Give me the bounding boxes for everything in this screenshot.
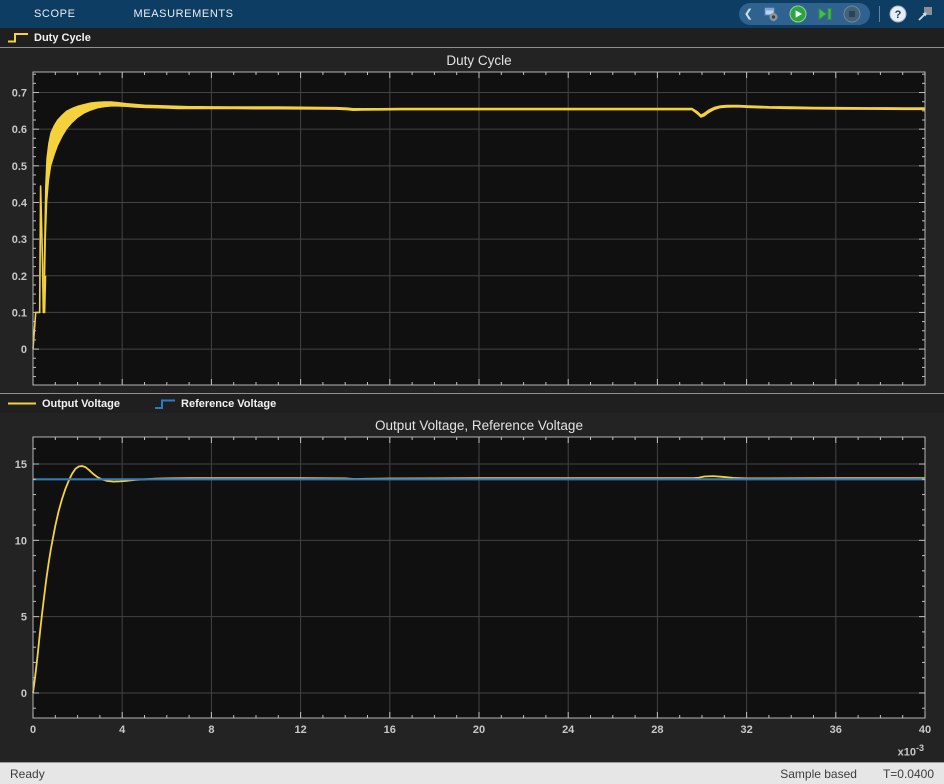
legend-voltages: Output Voltage Reference Voltage — [0, 393, 944, 413]
svg-text:0.1: 0.1 — [12, 307, 27, 319]
step-forward-icon[interactable] — [816, 5, 834, 23]
svg-text:0.3: 0.3 — [12, 234, 27, 246]
toolstrip: SCOPE MEASUREMENTS ❮ — [0, 0, 944, 28]
svg-text:36: 36 — [830, 724, 842, 736]
collapse-chevron-icon[interactable]: ❮ — [744, 9, 753, 20]
duty-cycle-plot[interactable]: 0 0.1 0.2 0.3 0.4 0.5 0.6 0.7 Duty Cycle — [0, 48, 944, 393]
svg-text:0: 0 — [21, 344, 27, 356]
step-glyph-icon — [154, 397, 176, 410]
svg-text:24: 24 — [562, 724, 575, 736]
svg-text:0.7: 0.7 — [12, 88, 27, 100]
simulation-tool-group: ❮ — [739, 3, 870, 25]
svg-text:15: 15 — [15, 459, 27, 471]
status-bar: Ready Sample based T=0.0400 — [0, 762, 944, 784]
dock-icon[interactable] — [916, 5, 934, 23]
svg-text:4: 4 — [119, 724, 126, 736]
legend-duty-cycle: Duty Cycle — [0, 28, 944, 48]
toolbar-separator — [879, 6, 880, 22]
toolbar: ❮ — [739, 3, 944, 25]
svg-text:Output Voltage, Reference Volt: Output Voltage, Reference Voltage — [375, 418, 583, 433]
voltage-plot[interactable]: 0 5 10 15 0 4 8 12 16 20 24 28 32 36 40 Output Voltage,… — [0, 413, 944, 762]
run-icon[interactable] — [789, 5, 807, 23]
toolstrip-tabs: SCOPE MEASUREMENTS — [0, 0, 242, 28]
legend-item-duty-cycle[interactable]: Duty Cycle — [7, 31, 91, 44]
svg-text:20: 20 — [473, 724, 485, 736]
svg-text:0: 0 — [21, 688, 27, 700]
sim-time-label: T=0.0400 — [883, 767, 934, 781]
svg-text:10: 10 — [15, 535, 27, 547]
scope-window: SCOPE MEASUREMENTS ❮ — [0, 0, 944, 784]
svg-text:12: 12 — [294, 724, 306, 736]
legend-label: Output Voltage — [42, 398, 120, 410]
voltage-panel: 0 5 10 15 0 4 8 12 16 20 24 28 32 36 40 Output Voltage,… — [0, 413, 944, 762]
duty-cycle-panel: 0 0.1 0.2 0.3 0.4 0.5 0.6 0.7 Duty Cycle — [0, 48, 944, 393]
svg-text:?: ? — [895, 9, 902, 21]
svg-text:0: 0 — [30, 724, 36, 736]
svg-text:5: 5 — [21, 612, 27, 624]
open-model-icon[interactable] — [762, 5, 780, 23]
sample-mode-label: Sample based — [780, 767, 857, 781]
line-glyph-icon — [7, 397, 37, 410]
legend-item-reference-voltage[interactable]: Reference Voltage — [154, 397, 276, 410]
svg-text:32: 32 — [740, 724, 752, 736]
svg-text:40: 40 — [919, 724, 931, 736]
legend-label: Reference Voltage — [181, 398, 276, 410]
svg-text:28: 28 — [651, 724, 663, 736]
stop-icon — [843, 5, 861, 23]
legend-item-output-voltage[interactable]: Output Voltage — [7, 397, 120, 410]
help-icon[interactable]: ? — [889, 5, 907, 23]
svg-text:16: 16 — [384, 724, 396, 736]
tab-scope[interactable]: SCOPE — [26, 0, 84, 28]
svg-text:0.5: 0.5 — [12, 161, 27, 173]
x-axis-scale-label: x10-3 — [898, 743, 924, 759]
tab-measurements[interactable]: MEASUREMENTS — [126, 0, 242, 28]
svg-text:0.2: 0.2 — [12, 271, 27, 283]
svg-text:8: 8 — [208, 724, 214, 736]
step-glyph-icon — [7, 31, 29, 44]
status-text: Ready — [10, 767, 45, 781]
legend-label: Duty Cycle — [34, 32, 91, 44]
svg-text:Duty Cycle: Duty Cycle — [446, 53, 511, 68]
svg-text:0.6: 0.6 — [12, 124, 27, 136]
svg-text:0.4: 0.4 — [12, 197, 28, 209]
